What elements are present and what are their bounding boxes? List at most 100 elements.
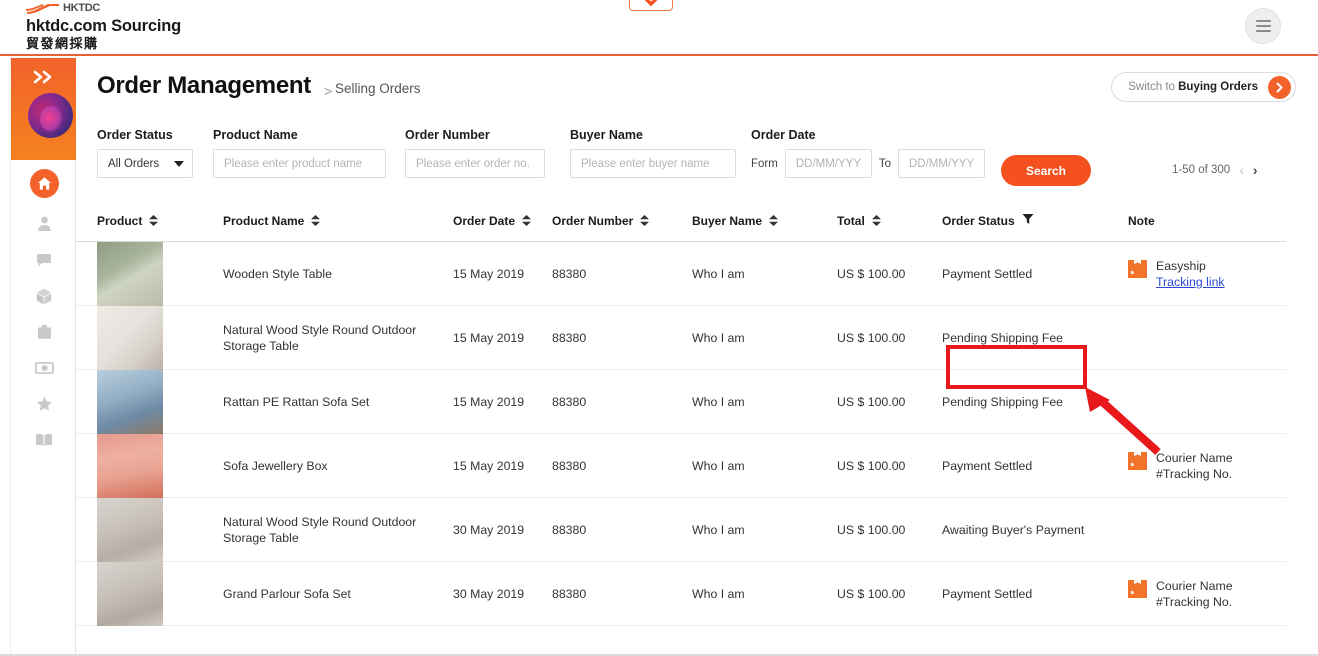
avatar[interactable] — [28, 93, 73, 138]
total-cell: US $ 100.00 — [837, 586, 906, 601]
order-status-cell: Payment Settled — [942, 586, 1033, 601]
hamburger-line — [1255, 25, 1271, 27]
main-content: Order Management > Selling Orders Switch… — [76, 58, 1318, 656]
filter-funnel-icon[interactable] — [1022, 213, 1034, 228]
sidebar-item-messages[interactable] — [11, 242, 77, 278]
sidebar-item-favourites[interactable] — [11, 386, 77, 422]
total-cell: US $ 100.00 — [837, 330, 906, 345]
column-header-order-number[interactable]: Order Number — [552, 214, 692, 228]
table-row[interactable]: Grand Parlour Sofa Set 30 May 2019 88380… — [76, 561, 1286, 626]
product-thumbnail — [97, 497, 163, 562]
package-box-icon — [1128, 579, 1147, 603]
pagination: 1-50 of 300 ‹ › — [1172, 162, 1258, 178]
table-header-row: Product Product Name Order Date Order Nu… — [76, 200, 1286, 242]
order-number-cell: 88380 — [552, 458, 587, 473]
product-thumbnail-cell[interactable] — [97, 497, 223, 562]
column-header-total[interactable]: Total — [837, 214, 942, 228]
breadcrumb: Selling Orders — [335, 81, 421, 96]
filter-order-number: Order Number — [405, 128, 545, 178]
switch-to-buying-orders-button[interactable]: Switch to Buying Orders — [1111, 72, 1296, 102]
chevron-right-icon[interactable]: › — [1253, 162, 1258, 178]
sort-icon — [640, 215, 650, 226]
page-title: Order Management — [97, 72, 311, 99]
product-thumbnail-cell[interactable] — [97, 561, 223, 626]
column-label: Product Name — [223, 213, 305, 228]
table-row[interactable]: Natural Wood Style Round Outdoor Storage… — [76, 497, 1286, 562]
note-line-2: #Tracking No. — [1156, 594, 1233, 609]
order-date-to-input[interactable] — [898, 149, 985, 178]
buyer-name-cell: Who I am — [692, 522, 745, 537]
filter-bar: Order Status All Orders Product Name Ord… — [76, 120, 1318, 200]
note-text: Courier Name #Tracking No. — [1156, 450, 1233, 482]
book-icon — [35, 433, 53, 447]
buyer-name-cell: Who I am — [692, 266, 745, 281]
chevron-down-icon — [642, 0, 660, 7]
brand-block: HKTDC hktdc.com Sourcing 貿發網採購 — [26, 2, 181, 51]
sidebar-nav — [11, 160, 77, 458]
product-thumbnail-cell[interactable] — [97, 433, 223, 498]
hktdc-swoosh-icon — [26, 3, 60, 15]
search-button[interactable]: Search — [1001, 155, 1091, 186]
product-thumbnail-cell[interactable] — [97, 305, 223, 370]
column-label: Note — [1128, 213, 1155, 228]
column-header-note: Note — [1128, 214, 1278, 228]
caret-down-icon — [174, 160, 184, 167]
table-row[interactable]: Rattan PE Rattan Sofa Set 15 May 2019 88… — [76, 369, 1286, 434]
order-date-from-input[interactable] — [784, 149, 872, 178]
column-label: Buyer Name — [692, 213, 763, 228]
column-header-order-status[interactable]: Order Status — [942, 213, 1128, 228]
date-to-label: To — [878, 157, 891, 170]
total-cell: US $ 100.00 — [837, 458, 906, 473]
order-date-cell: 15 May 2019 — [453, 330, 525, 345]
order-date-cell: 30 May 2019 — [453, 586, 525, 601]
column-header-buyer-name[interactable]: Buyer Name — [692, 214, 837, 228]
sidebar-item-products[interactable] — [11, 278, 77, 314]
product-thumbnail-cell[interactable] — [97, 369, 223, 434]
sort-icon — [522, 215, 532, 226]
sidebar-item-profile[interactable] — [11, 206, 77, 242]
chat-icon — [36, 253, 52, 268]
sidebar-item-business[interactable] — [11, 314, 77, 350]
total-cell: US $ 100.00 — [837, 522, 906, 537]
hamburger-line — [1255, 20, 1271, 22]
table-row[interactable]: Wooden Style Table 15 May 2019 88380 Who… — [76, 241, 1286, 306]
product-thumbnail-cell[interactable] — [97, 241, 223, 306]
filter-buyer-name: Buyer Name — [570, 128, 736, 178]
breadcrumb-separator: > — [324, 83, 333, 99]
column-header-order-date[interactable]: Order Date — [453, 214, 552, 228]
order-status-select[interactable]: All Orders — [97, 149, 193, 178]
person-icon — [37, 216, 52, 232]
tracking-link[interactable]: Tracking link — [1156, 274, 1225, 290]
brand-title-chinese: 貿發網採購 — [26, 36, 99, 51]
order-date-range: Form To — [751, 149, 1001, 178]
column-header-product-name[interactable]: Product Name — [223, 214, 453, 228]
note-cell: Courier Name #Tracking No. — [1128, 578, 1278, 610]
hamburger-menu-button[interactable] — [1245, 8, 1281, 44]
product-thumbnail — [97, 241, 163, 306]
sort-icon — [769, 215, 779, 226]
column-label: Order Number — [552, 213, 634, 228]
sort-icon — [149, 215, 159, 226]
collapse-banner-button[interactable] — [629, 0, 673, 11]
package-box-icon — [1128, 451, 1147, 475]
filter-label-order-number: Order Number — [405, 128, 490, 142]
order-number-input[interactable] — [405, 149, 545, 178]
sidebar-item-home[interactable] — [11, 160, 77, 206]
column-label: Total — [837, 213, 865, 228]
table-row[interactable]: Natural Wood Style Round Outdoor Storage… — [76, 305, 1286, 370]
order-number-cell: 88380 — [552, 266, 587, 281]
table-row[interactable]: Sofa Jewellery Box 15 May 2019 88380 Who… — [76, 433, 1286, 498]
column-header-product[interactable]: Product — [97, 214, 223, 228]
sidebar-expand-button[interactable] — [11, 66, 77, 92]
cube-icon — [36, 288, 52, 305]
filter-order-date: Order Date Form To — [751, 128, 1001, 178]
left-sidebar — [10, 58, 77, 656]
sidebar-item-catalogue[interactable] — [11, 422, 77, 458]
product-name-input[interactable] — [213, 149, 386, 178]
sidebar-item-payments[interactable] — [11, 350, 77, 386]
product-thumbnail — [97, 433, 163, 498]
star-icon — [36, 396, 53, 412]
chevron-left-icon[interactable]: ‹ — [1239, 162, 1244, 178]
buyer-name-input[interactable] — [570, 149, 736, 178]
product-thumbnail — [97, 305, 163, 370]
